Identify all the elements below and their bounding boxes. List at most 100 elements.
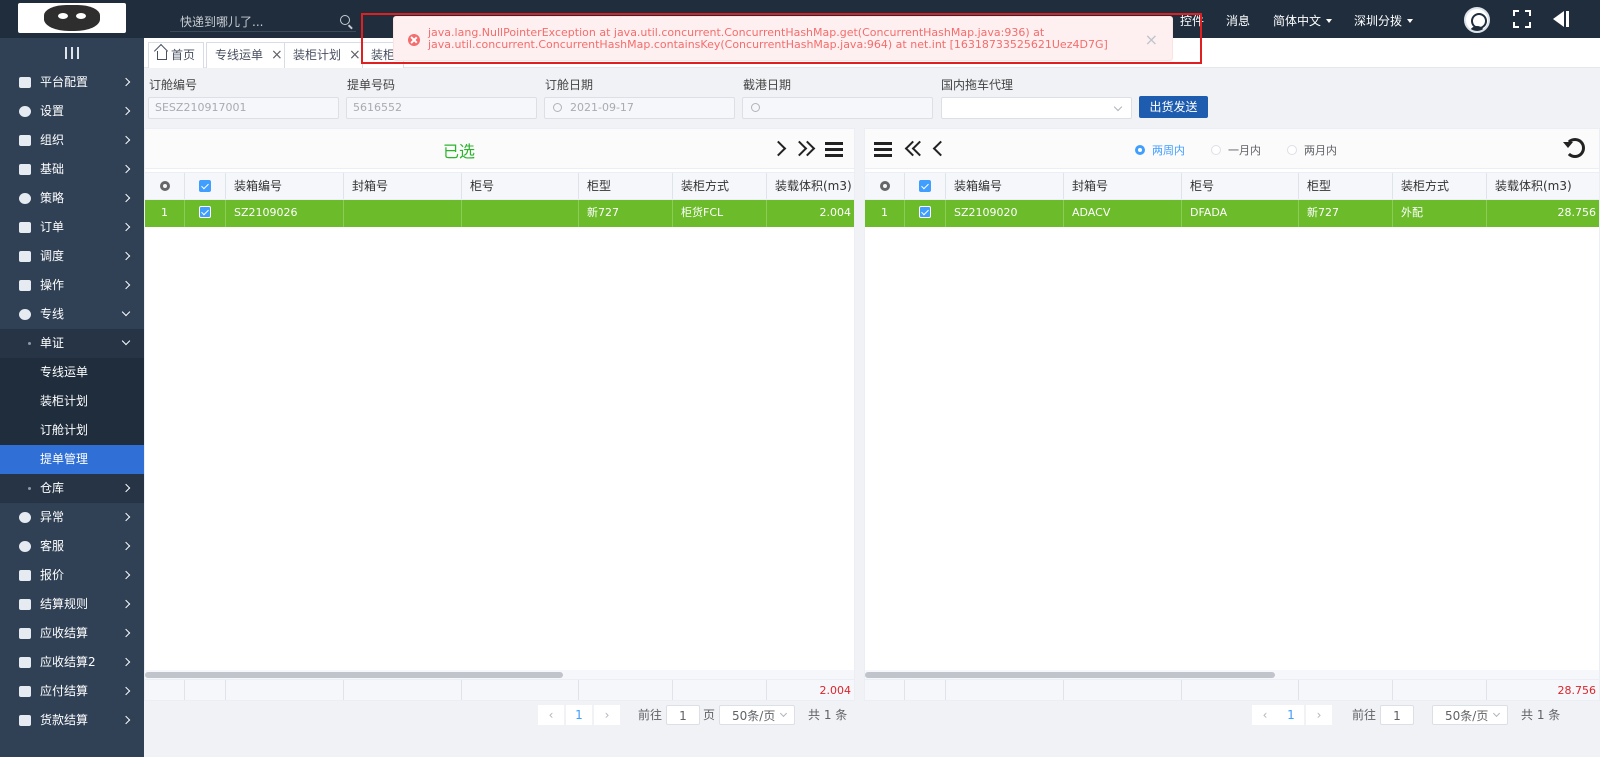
column-header[interactable]: 装箱编号 [946, 173, 1064, 199]
move-left-icon[interactable] [931, 139, 953, 159]
column-header[interactable]: 装载体积(m3) [767, 173, 854, 199]
booking-no-field[interactable]: SESZ210917001 [148, 97, 339, 119]
branch-dropdown[interactable]: 深圳分拨 [1354, 12, 1414, 29]
column-header[interactable]: 柜型 [579, 173, 673, 199]
table-row[interactable]: 1 SZ2109020 ADACV DFADA 新727 外配 28.756 [865, 200, 1599, 227]
dispatch-icon [19, 251, 31, 262]
search-input[interactable] [170, 12, 330, 32]
layers-icon [19, 164, 31, 175]
select-all-checkbox[interactable] [905, 173, 946, 199]
sidebar-item-settlement-rules[interactable]: 结算规则 [0, 590, 144, 619]
sidebar-item-bl-management[interactable]: 提单管理 [0, 445, 144, 474]
chevron-right-icon [121, 77, 131, 87]
sidebar-item-orders[interactable]: 订单 [0, 213, 144, 242]
sidebar-item-receivables-2[interactable]: 应收结算2 [0, 648, 144, 677]
goto-page-input[interactable]: 1 [1380, 705, 1414, 725]
sidebar: 平台配置 设置 组织 基础 策略 订单 调度 操作 专线 单证 专线运单 装柜计… [0, 38, 144, 757]
column-header[interactable]: 装柜方式 [673, 173, 767, 199]
tab-waybill[interactable]: 专线运单 × [206, 42, 292, 68]
avatar[interactable] [1464, 7, 1490, 33]
fullscreen-icon[interactable] [1513, 10, 1531, 28]
scrollbar-thumb[interactable] [145, 672, 563, 678]
sidebar-item-dedicated-line[interactable]: 专线 [0, 300, 144, 329]
goto-page-input[interactable]: 1 [666, 705, 700, 725]
search-box[interactable] [170, 12, 356, 32]
sidebar-item-warehouse[interactable]: 仓库 [0, 474, 144, 503]
filter-one-month-radio[interactable]: 一月内 [1211, 142, 1261, 158]
column-header[interactable]: 封箱号 [1064, 173, 1182, 199]
sidebar-item-settings[interactable]: 设置 [0, 97, 144, 126]
receivable-icon [19, 628, 31, 639]
close-icon[interactable]: × [271, 43, 283, 67]
sidebar-item-basics[interactable]: 基础 [0, 155, 144, 184]
column-header[interactable]: 装载体积(m3) [1487, 173, 1599, 199]
column-header[interactable]: 柜型 [1299, 173, 1393, 199]
sidebar-item-payment-settlement[interactable]: 货款结算 [0, 706, 144, 735]
prev-page-button[interactable]: ‹ [1252, 705, 1278, 725]
tab-home[interactable]: 首页 [148, 42, 205, 68]
page-size-select[interactable]: 50条/页 [719, 705, 795, 725]
total-count: 共 1 条 [808, 708, 848, 722]
row-checkbox[interactable] [905, 200, 946, 227]
next-page-button[interactable]: › [1306, 705, 1332, 725]
booking-date-label: 订舱日期 [545, 78, 594, 92]
sidebar-item-label: 平台配置 [40, 75, 89, 89]
language-dropdown[interactable]: 简体中文 [1273, 12, 1333, 29]
sidebar-item-operations[interactable]: 操作 [0, 271, 144, 300]
column-header[interactable]: 柜号 [1182, 173, 1299, 199]
scrollbar-thumb[interactable] [865, 672, 1275, 678]
sidebar-item-payables[interactable]: 应付结算 [0, 677, 144, 706]
filter-two-months-radio[interactable]: 两月内 [1287, 142, 1337, 158]
column-header[interactable]: 封箱号 [344, 173, 462, 199]
prev-page-button[interactable]: ‹ [538, 705, 564, 725]
cutoff-date-field[interactable] [742, 97, 933, 119]
sidebar-item-dispatch[interactable]: 调度 [0, 242, 144, 271]
horizontal-scrollbar[interactable] [865, 670, 1599, 679]
next-page-button[interactable]: › [594, 705, 620, 725]
column-header[interactable]: 装箱编号 [226, 173, 344, 199]
refresh-icon[interactable] [1563, 138, 1585, 158]
payment-icon [19, 715, 31, 726]
move-all-right-icon[interactable] [791, 139, 818, 159]
column-settings-icon[interactable] [145, 173, 185, 199]
search-icon[interactable] [340, 15, 350, 25]
select-all-checkbox[interactable] [185, 173, 226, 199]
horizontal-scrollbar[interactable] [145, 670, 854, 679]
table-row[interactable]: 1 SZ2109026 新727 柜货FCL 2.004 [145, 200, 854, 227]
page-number[interactable]: 1 [1278, 705, 1304, 725]
filter-two-weeks-radio[interactable]: 两周内 [1135, 142, 1185, 158]
sidebar-item-loading-plan[interactable]: 装柜计划 [0, 387, 144, 416]
people-icon [19, 135, 31, 146]
collapse-left-icon[interactable] [874, 139, 896, 159]
booking-date-field[interactable]: 2021-09-17 [544, 97, 735, 119]
collapse-panel-icon[interactable] [1551, 10, 1569, 28]
sidebar-item-strategy[interactable]: 策略 [0, 184, 144, 213]
sidebar-item-exceptions[interactable]: 异常 [0, 503, 144, 532]
sidebar-item-platform-config[interactable]: 平台配置 [0, 68, 144, 97]
sidebar-item-waybill[interactable]: 专线运单 [0, 358, 144, 387]
sidebar-item-receivables[interactable]: 应收结算 [0, 619, 144, 648]
column-settings-icon[interactable] [865, 173, 905, 199]
bl-no-field[interactable]: 5616552 [346, 97, 537, 119]
collapse-right-icon[interactable] [825, 139, 847, 159]
sidebar-item-booking-plan[interactable]: 订舱计划 [0, 416, 144, 445]
sidebar-toggle-icon[interactable] [0, 38, 144, 68]
sidebar-item-customer-service[interactable]: 客服 [0, 532, 144, 561]
sidebar-item-documents[interactable]: 单证 [0, 329, 144, 358]
tab-loading-plan[interactable]: 装柜计划 × [284, 42, 370, 68]
messages-link[interactable]: 消息 [1226, 12, 1250, 29]
page-size-select[interactable]: 50条/页 [1432, 705, 1508, 725]
row-checkbox[interactable] [185, 200, 226, 227]
move-all-left-icon[interactable] [903, 139, 928, 159]
receivable-icon [19, 657, 31, 668]
truck-agent-select[interactable] [941, 97, 1132, 119]
selected-title: 已选 [443, 142, 476, 161]
sidebar-item-quotation[interactable]: 报价 [0, 561, 144, 590]
column-header[interactable]: 柜号 [462, 173, 579, 199]
sidebar-item-organization[interactable]: 组织 [0, 126, 144, 155]
ship-send-button[interactable]: 出货发送 [1139, 96, 1208, 118]
column-header[interactable]: 装柜方式 [1393, 173, 1487, 199]
close-icon[interactable]: × [349, 43, 361, 67]
available-table-header: 装箱编号 封箱号 柜号 柜型 装柜方式 装载体积(m3) [865, 172, 1599, 200]
page-number[interactable]: 1 [566, 705, 592, 725]
